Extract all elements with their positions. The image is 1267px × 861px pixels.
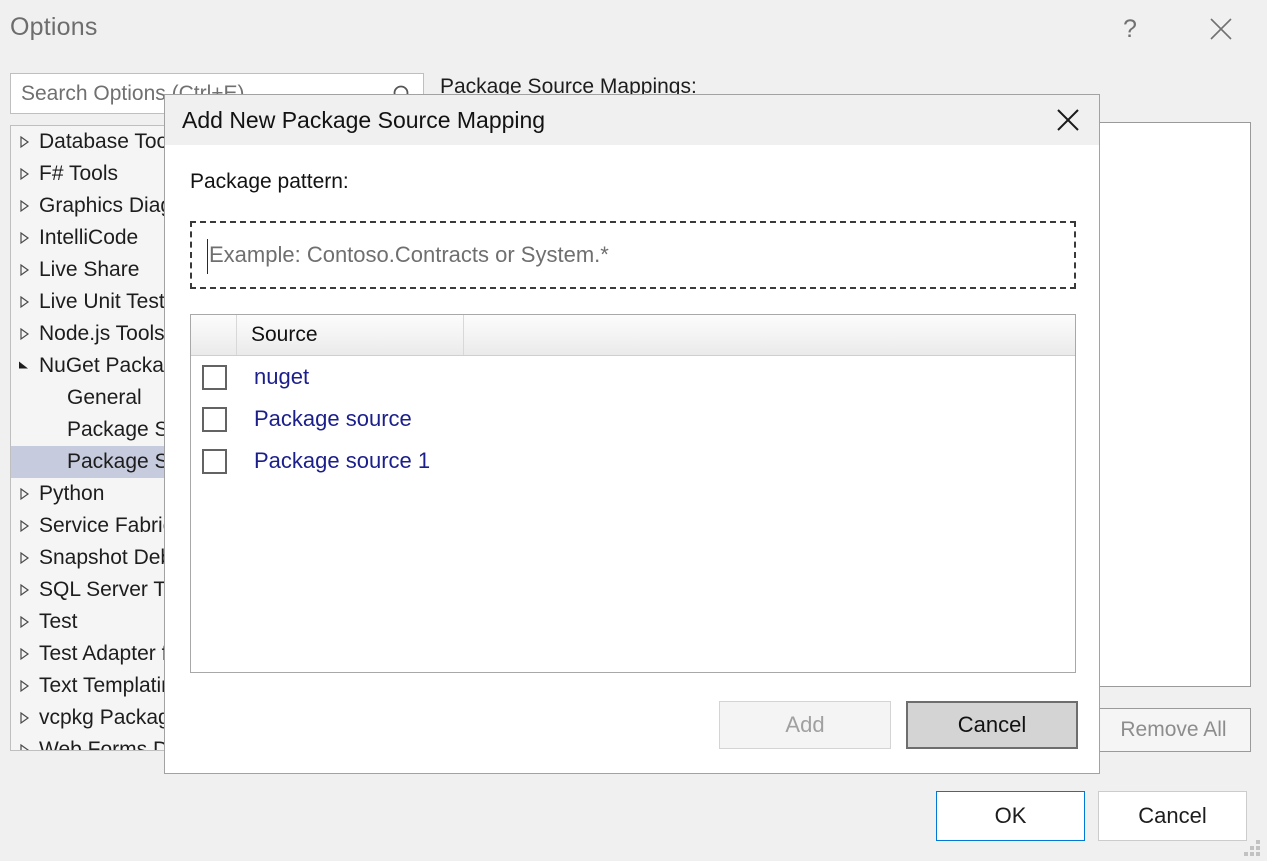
dialog-close-button[interactable] — [1041, 97, 1095, 143]
chevron-right-icon[interactable] — [11, 711, 37, 725]
source-checkbox[interactable] — [202, 449, 227, 474]
help-button[interactable]: ? — [1105, 8, 1155, 50]
close-icon — [1055, 107, 1081, 133]
package-pattern-input[interactable]: Example: Contoso.Contracts or System.* — [190, 221, 1076, 289]
chevron-right-icon[interactable] — [11, 647, 37, 661]
chevron-right-icon[interactable] — [11, 263, 37, 277]
chevron-right-icon[interactable] — [11, 743, 37, 751]
sidebar-item-label: F# Tools — [37, 162, 118, 186]
chevron-right-icon[interactable] — [11, 231, 37, 245]
chevron-right-icon[interactable] — [11, 615, 37, 629]
chevron-right-icon[interactable] — [11, 583, 37, 597]
source-grid[interactable]: Source nuget Package source Package source… — [190, 314, 1076, 673]
chevron-down-icon[interactable] — [11, 359, 37, 373]
source-checkbox[interactable] — [202, 407, 227, 432]
sidebar-item-label: Database Tools — [37, 130, 183, 154]
add-button[interactable]: Add — [719, 701, 891, 749]
text-caret — [207, 239, 208, 274]
close-icon — [1208, 16, 1234, 42]
source-name[interactable]: nuget — [237, 364, 309, 390]
chevron-right-icon[interactable] — [11, 519, 37, 533]
close-button[interactable] — [1196, 8, 1246, 50]
source-name[interactable]: Package source 1 — [237, 448, 430, 474]
chevron-right-icon[interactable] — [11, 487, 37, 501]
dialog-titlebar: Add New Package Source Mapping — [165, 95, 1099, 145]
grid-header-filler — [464, 315, 1075, 355]
chevron-right-icon[interactable] — [11, 135, 37, 149]
question-mark-icon: ? — [1123, 15, 1137, 44]
row-checkbox-cell[interactable] — [191, 365, 237, 390]
page-title: Options — [10, 13, 98, 42]
grid-header-checkbox-cell — [191, 315, 237, 355]
package-pattern-label: Package pattern: — [190, 170, 349, 194]
dialog-cancel-button[interactable]: Cancel — [906, 701, 1078, 749]
grid-header-row: Source — [191, 315, 1075, 356]
dialog-title: Add New Package Source Mapping — [182, 107, 545, 134]
sidebar-item-label: Live Share — [37, 258, 139, 282]
source-name[interactable]: Package source — [237, 406, 412, 432]
resize-grip[interactable] — [1244, 838, 1262, 856]
chevron-right-icon[interactable] — [11, 679, 37, 693]
ok-button[interactable]: OK — [936, 791, 1085, 841]
table-row[interactable]: nuget — [191, 356, 1075, 398]
add-package-source-mapping-dialog: Add New Package Source Mapping Package p… — [164, 94, 1100, 774]
row-checkbox-cell[interactable] — [191, 407, 237, 432]
cancel-button[interactable]: Cancel — [1098, 791, 1247, 841]
remove-all-button[interactable]: Remove All — [1096, 708, 1251, 752]
chevron-right-icon[interactable] — [11, 199, 37, 213]
chevron-right-icon[interactable] — [11, 167, 37, 181]
source-checkbox[interactable] — [202, 365, 227, 390]
sidebar-item-label: Test — [37, 610, 78, 634]
table-row[interactable]: Package source — [191, 398, 1075, 440]
sidebar-item-label: Text Templating — [37, 674, 185, 698]
row-checkbox-cell[interactable] — [191, 449, 237, 474]
sidebar-item-label: General — [37, 386, 142, 410]
package-pattern-placeholder: Example: Contoso.Contracts or System.* — [192, 242, 609, 268]
package-source-mappings-list[interactable] — [1095, 122, 1251, 687]
sidebar-item-label: Python — [37, 482, 104, 506]
table-row[interactable]: Package source 1 — [191, 440, 1075, 482]
chevron-right-icon[interactable] — [11, 295, 37, 309]
sidebar-item-label: Node.js Tools — [37, 322, 165, 346]
chevron-right-icon[interactable] — [11, 327, 37, 341]
grid-header-source: Source — [237, 315, 464, 355]
options-titlebar: Options ? — [0, 0, 1267, 62]
sidebar-item-label: IntelliCode — [37, 226, 138, 250]
chevron-right-icon[interactable] — [11, 551, 37, 565]
